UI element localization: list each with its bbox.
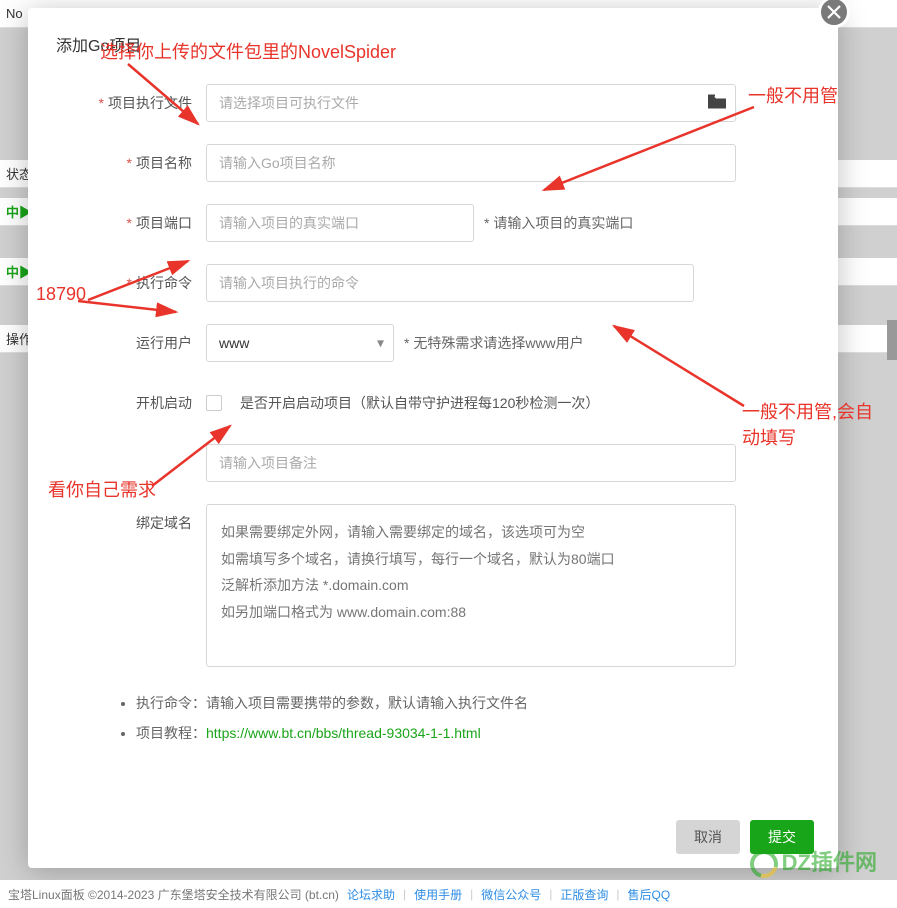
link-forum[interactable]: 论坛求助 [347,886,395,903]
row-exec-file: *项目执行文件 [56,84,808,122]
name-input[interactable] [206,144,736,182]
row-name: *项目名称 [56,144,808,182]
user-select[interactable] [206,324,394,362]
label-domain: 绑定域名 [56,504,206,542]
port-input[interactable] [206,204,474,242]
link-qq[interactable]: 售后QQ [628,886,671,903]
link-wechat[interactable]: 微信公众号 [481,886,541,903]
remark-input[interactable] [206,444,736,482]
tutorial-link[interactable]: https://www.bt.cn/bbs/thread-93034-1-1.h… [206,725,481,741]
bottom-bar: 宝塔Linux面板 ©2014-2023 广东堡塔安全技术有限公司 (bt.cn… [0,880,897,908]
port-hint: * 请输入项目的真实端口 [484,213,633,233]
row-cmd: *执行命令 [56,264,808,302]
link-verify[interactable]: 正版查询 [560,886,608,903]
modal-title: 添加Go项目 [56,32,808,56]
row-user: 运行用户 ▾ * 无特殊需求请选择www用户 [56,324,808,362]
label-name: *项目名称 [56,144,206,182]
row-remark [56,444,808,482]
scrollbar-fragment[interactable] [887,320,897,360]
submit-button[interactable]: 提交 [750,820,814,854]
row-domain: 绑定域名 [56,504,808,667]
add-go-project-modal: 添加Go项目 *项目执行文件 *项目名称 *项目端口 * 请输入项目的真实端口 … [28,8,838,868]
modal-footer: 取消 提交 [676,820,814,854]
autostart-text: 是否开启启动项目（默认自带守护进程每120秒检测一次） [240,384,599,422]
link-manual[interactable]: 使用手册 [414,886,462,903]
exec-file-input[interactable] [206,84,736,122]
label-exec-file: *项目执行文件 [56,84,206,122]
user-hint: * 无特殊需求请选择www用户 [404,333,584,353]
cmd-input[interactable] [206,264,694,302]
note-cmd: 执行命令：请输入项目需要携带的参数，默认请输入执行文件名 [136,693,808,713]
notes-list: 执行命令：请输入项目需要携带的参数，默认请输入执行文件名 项目教程：https:… [116,693,808,743]
cancel-button[interactable]: 取消 [676,820,740,854]
label-user: 运行用户 [56,324,206,362]
label-autostart: 开机启动 [56,384,206,422]
folder-icon[interactable] [708,95,726,112]
label-cmd: *执行命令 [56,264,206,302]
note-tutorial: 项目教程：https://www.bt.cn/bbs/thread-93034-… [136,723,808,743]
row-autostart: 开机启动 是否开启启动项目（默认自带守护进程每120秒检测一次） [56,384,808,422]
label-port: *项目端口 [56,204,206,242]
row-port: *项目端口 * 请输入项目的真实端口 [56,204,808,242]
autostart-checkbox[interactable] [206,395,222,411]
close-icon [827,5,841,19]
copyright: 宝塔Linux面板 ©2014-2023 广东堡塔安全技术有限公司 (bt.cn… [8,886,339,903]
domain-textarea[interactable] [206,504,736,667]
